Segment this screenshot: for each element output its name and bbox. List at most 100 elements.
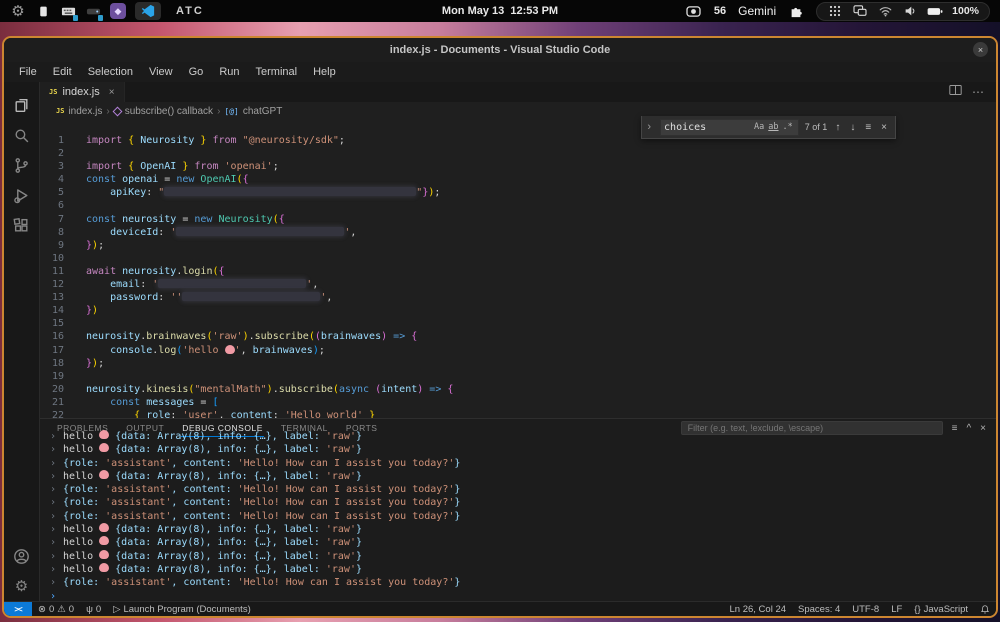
console-row[interactable]: ›hello {data: Array(8), info: {…}, label… [50,430,996,443]
menu-file[interactable]: File [12,64,44,80]
drive-icon[interactable] [85,3,101,19]
breadcrumb-item[interactable]: index.js [68,106,102,117]
code-line[interactable]: 13 password: ''', [40,291,996,304]
code-line[interactable]: 21 const messages = [ [40,396,996,409]
code-editor[interactable]: 1import { Neurosity } from "@neurosity/s… [40,120,996,418]
code-line[interactable]: 8 deviceId: '', [40,226,996,239]
ports-indicator[interactable]: ψ0 [80,604,107,615]
system-settings-icon[interactable]: ⚙ [10,3,26,19]
expand-chevron-icon[interactable]: › [50,510,63,523]
code-line[interactable]: 4const openai = new OpenAI({ [40,173,996,186]
more-actions-icon[interactable]: ⋯ [972,85,984,99]
console-row[interactable]: ›hello {data: Array(8), info: {…}, label… [50,550,996,563]
code-line[interactable]: 6 [40,199,996,212]
purple-app-icon[interactable]: ◆ [110,3,126,19]
remote-indicator[interactable]: >< [4,602,32,617]
split-editor-icon[interactable] [949,83,962,101]
console-row[interactable]: ›{role: 'assistant', content: 'Hello! Ho… [50,483,996,496]
breadcrumb-item[interactable]: subscribe() callback [125,106,213,117]
find-next-icon[interactable]: ↓ [848,122,857,133]
extension-puzzle-icon[interactable] [788,3,804,19]
expand-chevron-icon[interactable]: › [50,430,63,443]
titlebar[interactable]: index.js - Documents - Visual Studio Cod… [4,38,996,62]
code-line[interactable]: 18}); [40,357,996,370]
console-row[interactable]: ›hello {data: Array(8), info: {…}, label… [50,470,996,483]
run-debug-icon[interactable] [6,180,38,210]
search-icon[interactable] [6,120,38,150]
console-row[interactable]: ›{role: 'assistant', content: 'Hello! Ho… [50,496,996,509]
console-row[interactable]: ›{role: 'assistant', content: 'Hello! Ho… [50,576,996,589]
console-row[interactable]: › [50,590,996,601]
find-in-selection-icon[interactable]: ≡ [863,122,873,133]
menu-help[interactable]: Help [306,64,343,80]
menu-terminal[interactable]: Terminal [249,64,305,80]
app-grid-icon[interactable] [827,3,843,19]
expand-chevron-icon[interactable]: › [50,470,63,483]
code-line[interactable]: 15 [40,317,996,330]
find-previous-icon[interactable]: ↑ [833,122,842,133]
code-line[interactable]: 19 [40,370,996,383]
tab-index-js[interactable]: JS index.js × [40,82,125,102]
explorer-icon[interactable] [6,90,38,120]
console-row[interactable]: ›hello {data: Array(8), info: {…}, label… [50,523,996,536]
expand-chevron-icon[interactable]: › [50,496,63,509]
focused-app-title[interactable]: ATC [176,5,204,17]
menu-edit[interactable]: Edit [46,64,79,80]
code-line[interactable]: 11await neurosity.login({ [40,265,996,278]
code-line[interactable]: 22 { role: 'user', content: 'Hello world… [40,409,996,418]
expand-chevron-icon[interactable]: › [50,457,63,470]
find-close-icon[interactable]: × [879,122,889,133]
expand-chevron-icon[interactable]: › [50,443,63,456]
indentation-status[interactable]: Spaces: 4 [792,604,846,615]
code-line[interactable]: 17 console.log('hello ', brainwaves); [40,344,996,357]
launch-program-button[interactable]: ▷Launch Program (Documents) [107,604,257,615]
expand-chevron-icon[interactable]: › [50,563,63,576]
volume-icon[interactable] [902,3,918,19]
whole-word-icon[interactable]: ab [766,121,780,133]
eol-status[interactable]: LF [885,604,908,615]
source-control-icon[interactable] [6,150,38,180]
code-line[interactable]: 2 [40,147,996,160]
console-row[interactable]: ›{role: 'assistant', content: 'Hello! Ho… [50,510,996,523]
code-line[interactable]: 7const neurosity = new Neurosity({ [40,213,996,226]
keyboard-icon[interactable] [60,3,76,19]
gemini-label[interactable]: Gemini [738,4,776,18]
expand-chevron-icon[interactable]: › [50,523,63,536]
language-mode[interactable]: {} JavaScript [908,604,974,615]
problems-status[interactable]: ⊗0 ⚠0 [32,604,80,615]
code-line[interactable]: 3import { OpenAI } from 'openai'; [40,160,996,173]
menu-view[interactable]: View [142,64,180,80]
screen-share-icon[interactable] [852,3,868,19]
breadcrumb-item[interactable]: chatGPT [243,106,282,117]
console-prompt-chevron-icon[interactable]: › [50,590,63,601]
active-app-slot[interactable] [135,2,161,20]
expand-chevron-icon[interactable]: › [50,483,63,496]
code-line[interactable]: 9}); [40,239,996,252]
account-icon[interactable] [6,541,38,571]
console-row[interactable]: ›hello {data: Array(8), info: {…}, label… [50,443,996,456]
settings-gear-icon[interactable]: ⚙ [6,571,38,601]
code-line[interactable]: 10 [40,252,996,265]
notifications-bell-icon[interactable] [974,604,996,615]
recording-indicator-icon[interactable] [686,3,702,19]
menu-run[interactable]: Run [212,64,246,80]
regex-icon[interactable]: .* [781,121,795,133]
expand-chevron-icon[interactable]: › [50,550,63,563]
code-line[interactable]: 16neurosity.brainwaves('raw').subscribe(… [40,330,996,343]
extensions-icon[interactable] [6,210,38,240]
code-line[interactable]: 5 apiKey: ""}); [40,186,996,199]
console-row[interactable]: ›{role: 'assistant', content: 'Hello! Ho… [50,457,996,470]
cursor-position[interactable]: Ln 26, Col 24 [724,604,793,615]
match-case-icon[interactable]: Aa [752,121,766,133]
encoding-status[interactable]: UTF-8 [846,604,885,615]
console-row[interactable]: ›hello {data: Array(8), info: {…}, label… [50,536,996,549]
find-toggle-replace-icon[interactable]: › [644,121,654,133]
console-row[interactable]: ›hello {data: Array(8), info: {…}, label… [50,563,996,576]
expand-chevron-icon[interactable]: › [50,536,63,549]
debug-console-output[interactable]: ›hello {data: Array(8), info: {…}, label… [40,430,996,601]
code-line[interactable]: 20neurosity.kinesis("mentalMath").subscr… [40,383,996,396]
tab-close-icon[interactable]: × [109,87,115,98]
menu-go[interactable]: Go [182,64,211,80]
code-line[interactable]: 14}) [40,304,996,317]
window-close-button[interactable]: × [973,42,988,57]
